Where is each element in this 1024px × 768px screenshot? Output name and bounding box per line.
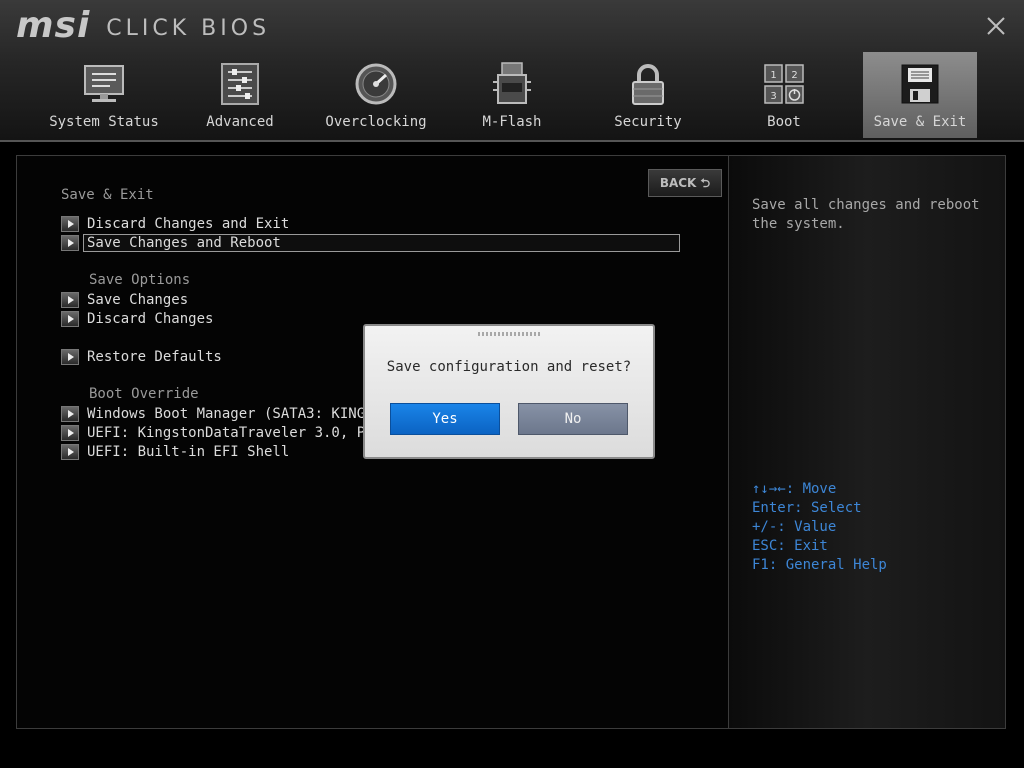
tab-label: Save & Exit bbox=[873, 114, 967, 130]
brand-logo: msi CLICK BIOS bbox=[16, 4, 270, 44]
menu-item-label: Save Changes bbox=[87, 291, 189, 308]
main-tabs: System Status Advanced Overclocking M-Fl… bbox=[36, 52, 988, 140]
tab-advanced[interactable]: Advanced bbox=[172, 52, 308, 138]
sliders-icon bbox=[218, 62, 262, 106]
monitor-icon bbox=[82, 62, 126, 106]
bios-chip-icon bbox=[490, 62, 534, 106]
back-arrow-icon: ⮌ bbox=[700, 176, 711, 190]
menu-item-restore-defaults[interactable]: Restore Defaults bbox=[61, 347, 222, 366]
key-help-general: F1: General Help bbox=[752, 557, 887, 573]
menu-item-save-reboot[interactable]: Save Changes and Reboot bbox=[61, 233, 680, 252]
svg-text:2: 2 bbox=[791, 70, 797, 81]
tab-system-status[interactable]: System Status bbox=[36, 52, 172, 138]
floppy-disk-icon bbox=[898, 62, 942, 106]
product-name: CLICK BIOS bbox=[106, 16, 271, 41]
arrow-right-icon bbox=[61, 215, 79, 232]
dialog-message: Save configuration and reset? bbox=[386, 359, 632, 375]
tab-boot[interactable]: 1 2 3 Boot bbox=[716, 52, 852, 138]
svg-text:1: 1 bbox=[770, 70, 776, 81]
section-title-save-exit: Save & Exit bbox=[61, 187, 154, 203]
menu-item-discard-exit[interactable]: Discard Changes and Exit bbox=[61, 214, 289, 233]
tab-overclocking[interactable]: Overclocking bbox=[308, 52, 444, 138]
close-icon[interactable] bbox=[984, 14, 1008, 38]
gauge-icon bbox=[354, 62, 398, 106]
yes-button[interactable]: Yes bbox=[390, 403, 500, 435]
tab-m-flash[interactable]: M-Flash bbox=[444, 52, 580, 138]
menu-item-label: UEFI: Built-in EFI Shell bbox=[87, 443, 290, 460]
boot-keys-icon: 1 2 3 bbox=[762, 62, 806, 106]
svg-text:3: 3 bbox=[770, 91, 776, 102]
arrow-right-icon bbox=[61, 424, 79, 441]
arrow-right-icon bbox=[61, 234, 79, 251]
tab-label: M-Flash bbox=[482, 114, 542, 130]
menu-item-boot-uefi-usb[interactable]: UEFI: KingstonDataTraveler 3.0, Pa bbox=[61, 423, 374, 442]
menu-item-label: Save Changes and Reboot bbox=[83, 233, 680, 252]
back-label: BACK bbox=[659, 176, 697, 190]
help-description: Save all changes and reboot the system. bbox=[752, 197, 980, 232]
tab-label: System Status bbox=[49, 114, 159, 130]
menu-item-label: Discard Changes and Exit bbox=[87, 215, 290, 232]
tab-label: Security bbox=[614, 114, 682, 130]
menu-item-label: Discard Changes bbox=[87, 310, 214, 327]
key-help-value: +/-: Value bbox=[752, 519, 837, 535]
padlock-icon bbox=[626, 62, 670, 106]
arrow-right-icon bbox=[61, 291, 79, 308]
key-help-list: ↑↓→←: Move Enter: Select +/-: Value ESC:… bbox=[752, 480, 887, 575]
tab-label: Advanced bbox=[206, 114, 274, 130]
no-button[interactable]: No bbox=[518, 403, 628, 435]
menu-item-boot-windows[interactable]: Windows Boot Manager (SATA3: KINGST bbox=[61, 404, 382, 423]
menu-item-save-changes[interactable]: Save Changes bbox=[61, 290, 188, 309]
menu-item-discard-changes[interactable]: Discard Changes bbox=[61, 309, 213, 328]
msi-logo: msi bbox=[16, 5, 91, 46]
menu-item-boot-uefi-shell[interactable]: UEFI: Built-in EFI Shell bbox=[61, 442, 289, 461]
menu-item-label: UEFI: KingstonDataTraveler 3.0, Pa bbox=[87, 424, 374, 441]
menu-item-label: Windows Boot Manager (SATA3: KINGST bbox=[87, 405, 383, 422]
tab-security[interactable]: Security bbox=[580, 52, 716, 138]
tab-label: Boot bbox=[767, 114, 801, 130]
tab-label: Overclocking bbox=[325, 114, 427, 130]
help-panel: Save all changes and reboot the system. … bbox=[728, 155, 1006, 729]
back-button[interactable]: BACK ⮌ bbox=[648, 169, 722, 197]
menu-item-label: Restore Defaults bbox=[87, 348, 222, 365]
arrow-right-icon bbox=[61, 310, 79, 327]
section-title-save-options: Save Options bbox=[89, 272, 191, 288]
arrow-right-icon bbox=[61, 405, 79, 422]
key-help-move: ↑↓→←: Move bbox=[752, 481, 837, 497]
section-title-boot-override: Boot Override bbox=[89, 386, 199, 402]
confirm-dialog: Save configuration and reset? Yes No bbox=[363, 324, 655, 459]
arrow-right-icon bbox=[61, 348, 79, 365]
key-help-exit: ESC: Exit bbox=[752, 538, 828, 554]
arrow-right-icon bbox=[61, 443, 79, 460]
key-help-select: Enter: Select bbox=[752, 500, 862, 516]
bios-header: msi CLICK BIOS System Status Advanced Ov… bbox=[0, 0, 1024, 142]
dialog-drag-handle[interactable] bbox=[478, 332, 542, 336]
tab-save-exit[interactable]: Save & Exit bbox=[863, 52, 977, 138]
